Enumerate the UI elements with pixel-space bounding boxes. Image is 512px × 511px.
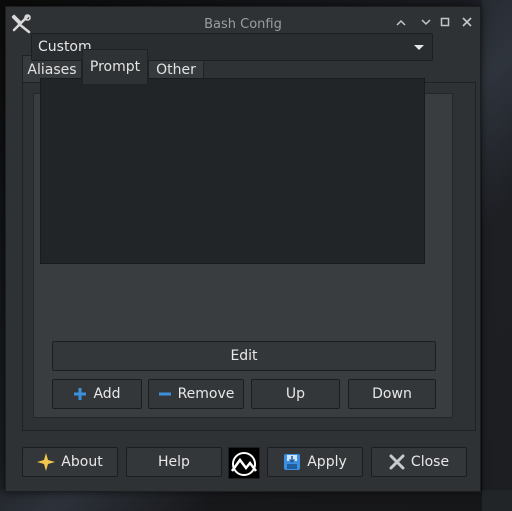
add-button[interactable]: Add	[52, 379, 142, 409]
help-button[interactable]: Help	[126, 447, 222, 477]
remove-button[interactable]: Remove	[148, 379, 244, 409]
down-button[interactable]: Down	[348, 379, 436, 409]
edit-button[interactable]: Edit	[52, 341, 436, 371]
close-button-label: Close	[410, 454, 450, 470]
up-button-label: Up	[285, 386, 306, 402]
maximize-button[interactable]	[436, 15, 454, 33]
close-icon	[462, 17, 472, 27]
minimize-window-button[interactable]	[417, 15, 435, 33]
maximize-icon	[440, 17, 450, 27]
help-button-label: Help	[158, 454, 190, 470]
chevron-down-icon	[421, 19, 431, 26]
close-button[interactable]: Close	[371, 447, 467, 477]
chevron-up-icon	[396, 19, 406, 26]
close-window-button[interactable]	[458, 15, 476, 33]
up-button[interactable]: Up	[251, 379, 340, 409]
mx-logo-icon	[228, 447, 260, 479]
apply-button-label: Apply	[307, 454, 347, 470]
add-button-label: Add	[93, 386, 121, 402]
dropdown-arrow-icon	[414, 45, 424, 50]
minus-icon	[158, 392, 171, 396]
minimize-button[interactable]	[392, 15, 410, 33]
bash-config-window: Bash Config Aliases Prompt Other Custom …	[5, 6, 481, 492]
remove-button-label: Remove	[177, 386, 235, 402]
tab-prompt[interactable]: Prompt	[82, 49, 148, 84]
save-icon	[284, 454, 301, 470]
about-button[interactable]: About	[22, 447, 118, 477]
close-icon	[389, 454, 405, 470]
apply-button[interactable]: Apply	[267, 447, 363, 477]
down-button-label: Down	[372, 386, 412, 402]
about-button-label: About	[61, 454, 103, 470]
plus-icon	[74, 388, 87, 400]
prompt-list[interactable]	[40, 78, 425, 264]
edit-button-label: Edit	[230, 348, 258, 364]
star-icon	[37, 453, 56, 471]
